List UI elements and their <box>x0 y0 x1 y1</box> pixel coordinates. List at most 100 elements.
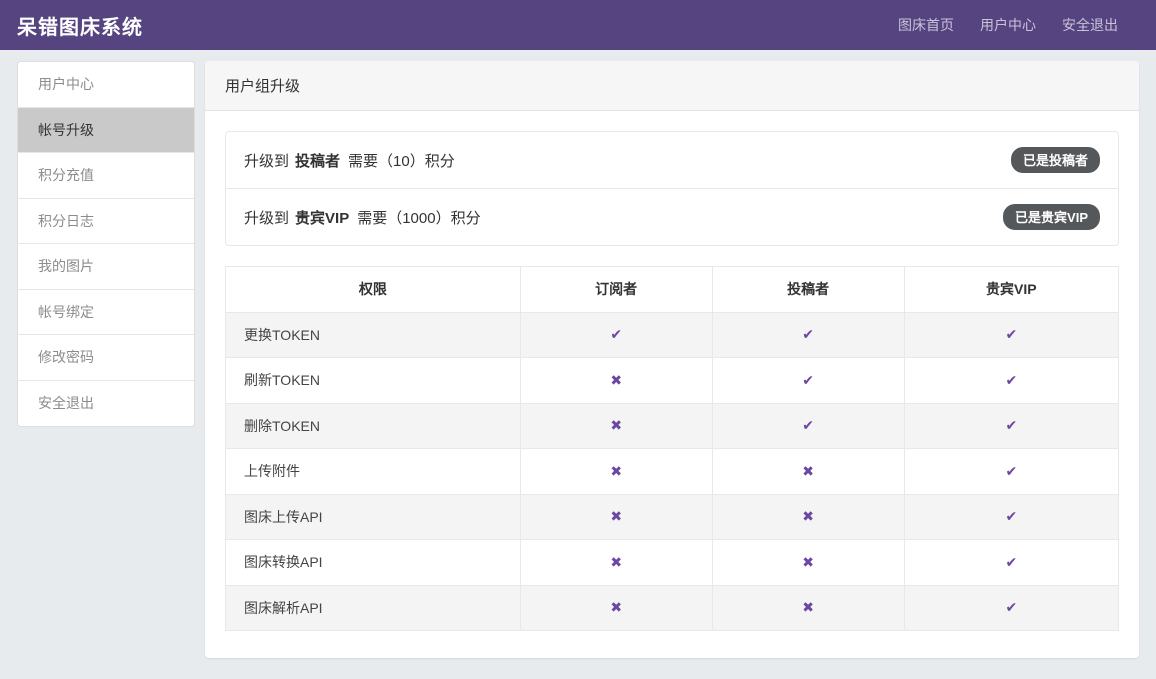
table-row: 图床解析API ✖ ✖ ✔ <box>226 585 1119 631</box>
main-panel: 用户组升级 升级到投稿者需要（10）积分已是投稿者升级到贵宾VIP需要（1000… <box>205 61 1139 658</box>
sidebar-item-label: 帐号绑定 <box>38 302 94 322</box>
header-nav-link[interactable]: 安全退出 <box>1062 15 1118 35</box>
table-column-header: 投稿者 <box>712 267 904 313</box>
cross-icon: ✖ <box>802 508 814 524</box>
check-icon: ✔ <box>1005 599 1017 615</box>
app-title: 呆错图床系统 <box>17 11 143 40</box>
permission-value-cell: ✖ <box>520 540 712 586</box>
check-icon: ✔ <box>1005 508 1017 524</box>
permission-name-cell: 更换TOKEN <box>226 312 521 358</box>
check-icon: ✔ <box>1005 463 1017 479</box>
cross-icon: ✖ <box>802 554 814 570</box>
check-icon: ✔ <box>1005 417 1017 433</box>
permission-value-cell: ✖ <box>520 585 712 631</box>
upgrade-prefix: 升级到 <box>244 153 289 170</box>
permissions-table-body: 更换TOKEN✔✔✔刷新TOKEN✖✔✔删除TOKEN✖✔✔上传附件✖✖✔图床上… <box>226 312 1119 631</box>
sidebar-item[interactable]: 安全退出 <box>18 381 194 427</box>
cross-icon: ✖ <box>610 508 622 524</box>
cross-icon: ✖ <box>610 554 622 570</box>
check-icon: ✔ <box>802 417 814 433</box>
table-column-header: 权限 <box>226 267 521 313</box>
header-nav: 图床首页 用户中心 安全退出 <box>898 15 1118 35</box>
permission-value-cell: ✔ <box>904 358 1118 404</box>
permission-value-cell: ✖ <box>520 358 712 404</box>
sidebar: 用户中心帐号升级积分充值积分日志我的图片帐号绑定修改密码安全退出 <box>17 61 195 427</box>
permission-value-cell: ✔ <box>712 358 904 404</box>
permission-name-cell: 刷新TOKEN <box>226 358 521 404</box>
permission-value-cell: ✔ <box>904 403 1118 449</box>
sidebar-item[interactable]: 帐号升级 <box>18 108 194 154</box>
table-row: 上传附件 ✖ ✖ ✔ <box>226 449 1119 495</box>
upgrade-group-name: 投稿者 <box>295 153 340 170</box>
permissions-table-header-row: 权限订阅者投稿者贵宾VIP <box>226 267 1119 313</box>
sidebar-item[interactable]: 用户中心 <box>18 62 194 108</box>
permission-value-cell: ✔ <box>904 494 1118 540</box>
header-nav-link[interactable]: 用户中心 <box>980 15 1036 35</box>
sidebar-item-label: 用户中心 <box>38 74 94 94</box>
upgrade-requirement: 需要（10）积分 <box>348 153 455 170</box>
cross-icon: ✖ <box>610 372 622 388</box>
upgrade-prefix: 升级到 <box>244 210 289 227</box>
permission-name-cell: 图床解析API <box>226 585 521 631</box>
upgrade-text: 升级到投稿者需要（10）积分 <box>244 150 455 171</box>
upgrade-group-name: 贵宾VIP <box>295 210 349 227</box>
table-column-header: 贵宾VIP <box>904 267 1118 313</box>
cross-icon: ✖ <box>610 599 622 615</box>
sidebar-item[interactable]: 积分充值 <box>18 153 194 199</box>
check-icon: ✔ <box>610 326 622 342</box>
permission-value-cell: ✖ <box>520 449 712 495</box>
table-column-header: 订阅者 <box>520 267 712 313</box>
sidebar-item[interactable]: 我的图片 <box>18 244 194 290</box>
sidebar-item[interactable]: 积分日志 <box>18 199 194 245</box>
sidebar-item-label: 积分充值 <box>38 165 94 185</box>
cross-icon: ✖ <box>802 463 814 479</box>
permission-value-cell: ✔ <box>904 540 1118 586</box>
app-header: 呆错图床系统 图床首页 用户中心 安全退出 <box>0 0 1156 50</box>
sidebar-item-label: 帐号升级 <box>38 120 94 140</box>
permission-value-cell: ✖ <box>520 403 712 449</box>
permission-value-cell: ✖ <box>520 494 712 540</box>
permissions-table: 权限订阅者投稿者贵宾VIP 更换TOKEN✔✔✔刷新TOKEN✖✔✔删除TOKE… <box>225 266 1119 631</box>
permission-value-cell: ✖ <box>712 449 904 495</box>
permission-value-cell: ✖ <box>712 494 904 540</box>
check-icon: ✔ <box>802 372 814 388</box>
permission-name-cell: 图床上传API <box>226 494 521 540</box>
upgrade-row: 升级到贵宾VIP 需要（1000）积分 已是贵宾VIP <box>226 188 1118 245</box>
header-nav-link[interactable]: 图床首页 <box>898 15 954 35</box>
check-icon: ✔ <box>802 326 814 342</box>
permission-name-cell: 删除TOKEN <box>226 403 521 449</box>
check-icon: ✔ <box>1005 554 1017 570</box>
upgrade-row: 升级到投稿者需要（10）积分 已是投稿者 <box>226 132 1118 188</box>
cross-icon: ✖ <box>610 463 622 479</box>
upgrade-requirement: 需要（1000）积分 <box>357 210 480 227</box>
check-icon: ✔ <box>1005 372 1017 388</box>
upgrade-box: 升级到投稿者需要（10）积分已是投稿者升级到贵宾VIP需要（1000）积分已是贵… <box>225 131 1119 246</box>
permission-value-cell: ✔ <box>904 585 1118 631</box>
panel-body: 升级到投稿者需要（10）积分已是投稿者升级到贵宾VIP需要（1000）积分已是贵… <box>205 111 1139 651</box>
permission-name-cell: 图床转换API <box>226 540 521 586</box>
permission-value-cell: ✔ <box>712 403 904 449</box>
table-row: 图床转换API ✖ ✖ ✔ <box>226 540 1119 586</box>
permission-value-cell: ✔ <box>904 312 1118 358</box>
permission-value-cell: ✔ <box>520 312 712 358</box>
permission-value-cell: ✔ <box>904 449 1118 495</box>
table-row: 图床上传API ✖ ✖ ✔ <box>226 494 1119 540</box>
table-row: 删除TOKEN ✖ ✔ ✔ <box>226 403 1119 449</box>
sidebar-item-label: 积分日志 <box>38 211 94 231</box>
sidebar-item-label: 安全退出 <box>38 393 94 413</box>
cross-icon: ✖ <box>610 417 622 433</box>
panel-title: 用户组升级 <box>205 61 1139 111</box>
permission-value-cell: ✖ <box>712 585 904 631</box>
sidebar-item-label: 我的图片 <box>38 256 94 276</box>
cross-icon: ✖ <box>802 599 814 615</box>
sidebar-item[interactable]: 帐号绑定 <box>18 290 194 336</box>
check-icon: ✔ <box>1005 326 1017 342</box>
permission-value-cell: ✔ <box>712 312 904 358</box>
table-row: 更换TOKEN ✔ ✔ ✔ <box>226 312 1119 358</box>
sidebar-item[interactable]: 修改密码 <box>18 335 194 381</box>
status-badge: 已是贵宾VIP <box>1003 204 1100 230</box>
permission-value-cell: ✖ <box>712 540 904 586</box>
status-badge: 已是投稿者 <box>1011 147 1100 173</box>
upgrade-text: 升级到贵宾VIP 需要（1000）积分 <box>244 207 481 228</box>
permission-name-cell: 上传附件 <box>226 449 521 495</box>
